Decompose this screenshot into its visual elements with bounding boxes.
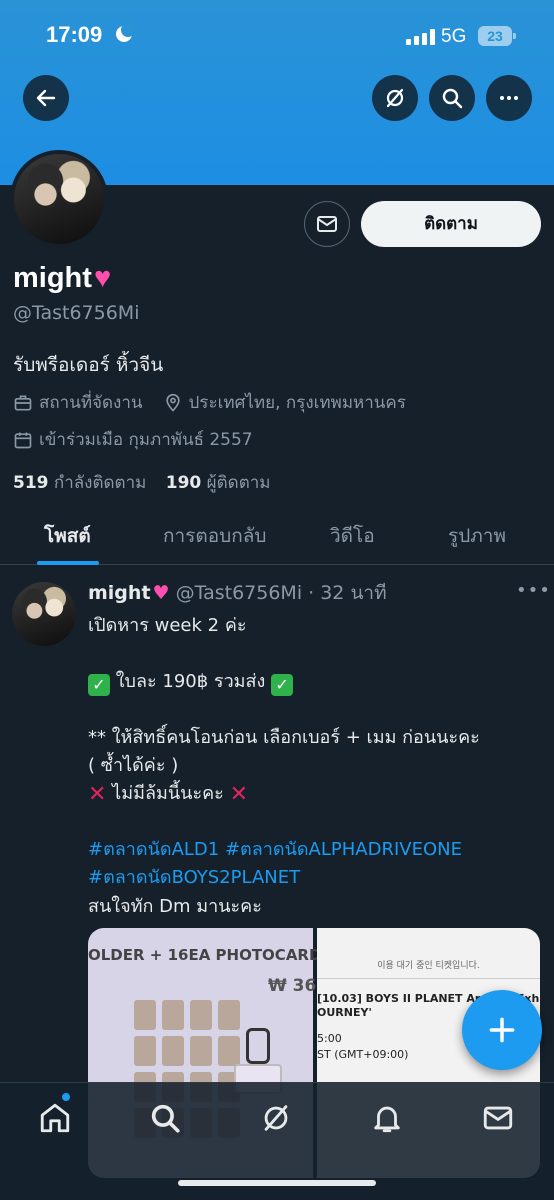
grok-icon: [386, 88, 404, 108]
notifications-icon[interactable]: [370, 1101, 404, 1135]
post-text-line: ✓ ใบละ 190฿ รวมส่ง ✓: [88, 666, 294, 696]
media-image-text: OURNEY': [317, 1006, 372, 1019]
media-image-text: 5:00: [317, 1032, 342, 1045]
check-mark-icon: ✓: [271, 674, 294, 696]
post-note-text: ไม่มีล้มนี้นะคะ: [112, 783, 224, 804]
profile-handle: @Tast6756Mi: [13, 302, 140, 324]
cross-mark-icon: ✕: [88, 782, 107, 807]
post-header: might ♥ @Tast6756Mi · 32 นาที: [88, 578, 387, 608]
media-image-text: ₩ 36,: [268, 976, 323, 996]
cell-signal-icon: [406, 29, 436, 45]
cross-mark-icon: ✕: [229, 782, 249, 807]
home-indicator: [178, 1180, 376, 1186]
display-name-text: might: [13, 262, 92, 294]
tab-posts[interactable]: โพสต์: [44, 521, 91, 551]
post-hashtags[interactable]: #ตลาดนัดALD1 #ตลาดนัดALPHADRIVEONE: [88, 834, 462, 863]
post-text-line: ✕ ไม่มีล้มนี้นะคะ ✕: [88, 778, 248, 807]
messages-icon[interactable]: [481, 1101, 515, 1135]
calendar-icon: [14, 432, 32, 448]
search-button[interactable]: [429, 75, 475, 121]
network-type: 5G: [441, 26, 467, 47]
profile-location: ประเทศไทย, กรุงเทพมหานคร: [188, 393, 406, 413]
compose-post-button[interactable]: [462, 990, 542, 1070]
post-more-icon[interactable]: •••: [516, 580, 551, 601]
post-author-name[interactable]: might: [88, 582, 151, 604]
profile-category: สถานที่จัดงาน: [39, 393, 143, 413]
tab-replies[interactable]: การตอบกลับ: [163, 521, 266, 551]
battery-icon: 23: [478, 26, 516, 46]
home-icon[interactable]: [38, 1101, 72, 1135]
post-text-line: ** ให้สิทธิ์คนโอนก่อน เลือกเบอร์ + เมม ก…: [88, 727, 480, 748]
do-not-disturb-moon-icon: [116, 23, 135, 42]
media-image-text: 이용 대기 중인 티켓입니다.: [377, 961, 480, 971]
status-time: 17:09: [46, 22, 103, 47]
post-handle-time: @Tast6756Mi · 32 นาที: [175, 582, 387, 604]
post-hashtags[interactable]: #ตลาดนัดBOYS2PLANET: [88, 862, 300, 891]
envelope-icon: [317, 216, 337, 232]
grok-button[interactable]: [372, 75, 418, 121]
more-icon: [500, 96, 518, 100]
back-button[interactable]: [23, 75, 69, 121]
divider: [317, 978, 540, 979]
search-icon[interactable]: [148, 1101, 182, 1135]
following-link[interactable]: 519 กำลังติดตาม: [13, 473, 146, 493]
search-icon: [442, 88, 463, 109]
status-bar: 17:09 5G 23: [0, 0, 554, 72]
post-price-text: ใบละ 190฿ รวมส่ง: [115, 671, 266, 692]
post-text-line: สนใจทัก Dm มานะคะ: [88, 896, 262, 917]
profile-tabs: โพสต์ การตอบกลับ วิดีโอ รูปภาพ: [0, 505, 554, 565]
profile-joined: เข้าร่วมเมือ กุมภาพันธ์ 2557: [39, 430, 253, 450]
keyring-image: [246, 1028, 270, 1064]
pink-heart-icon: ♥: [93, 262, 112, 294]
location-pin-icon: [165, 393, 180, 412]
profile-bio: รับพรีอเดอร์ หิ้วจีน: [13, 354, 164, 376]
check-mark-icon: ✓: [88, 674, 110, 696]
profile-stats: 519 กำลังติดตาม 190 ผู้ติดตาม: [13, 469, 271, 496]
profile-avatar[interactable]: [10, 150, 108, 248]
post-text-line: เปิดหาร week 2 ค่ะ: [88, 615, 247, 636]
message-button[interactable]: [304, 201, 350, 247]
briefcase-icon: [14, 395, 32, 410]
pink-heart-icon: ♥: [152, 582, 170, 604]
followers-link[interactable]: 190 ผู้ติดตาม: [166, 473, 271, 493]
profile-meta-line: สถานที่จัดงาน ประเทศไทย, กรุงเทพมหานคร: [13, 389, 406, 416]
media-image-text: OLDER + 16EA PHOTOCARD S: [88, 946, 338, 964]
profile-joined-line: เข้าร่วมเมือ กุมภาพันธ์ 2557: [13, 426, 253, 453]
back-arrow-icon: [36, 89, 56, 107]
media-image-text: ST (GMT+09:00): [317, 1048, 409, 1061]
post-text-line: ( ซ้ำได้ค่ะ ): [88, 755, 179, 776]
grok-icon[interactable]: [259, 1101, 293, 1135]
follow-button[interactable]: ติดตาม: [361, 201, 541, 247]
new-content-dot: [62, 1093, 70, 1101]
post-author-avatar[interactable]: [12, 582, 76, 646]
profile-display-name: might♥: [13, 262, 111, 295]
tab-photos[interactable]: รูปภาพ: [448, 521, 506, 551]
active-tab-indicator: [37, 561, 99, 565]
plus-icon: [489, 1017, 515, 1043]
more-button[interactable]: [486, 75, 532, 121]
tab-videos[interactable]: วิดีโอ: [330, 521, 375, 551]
